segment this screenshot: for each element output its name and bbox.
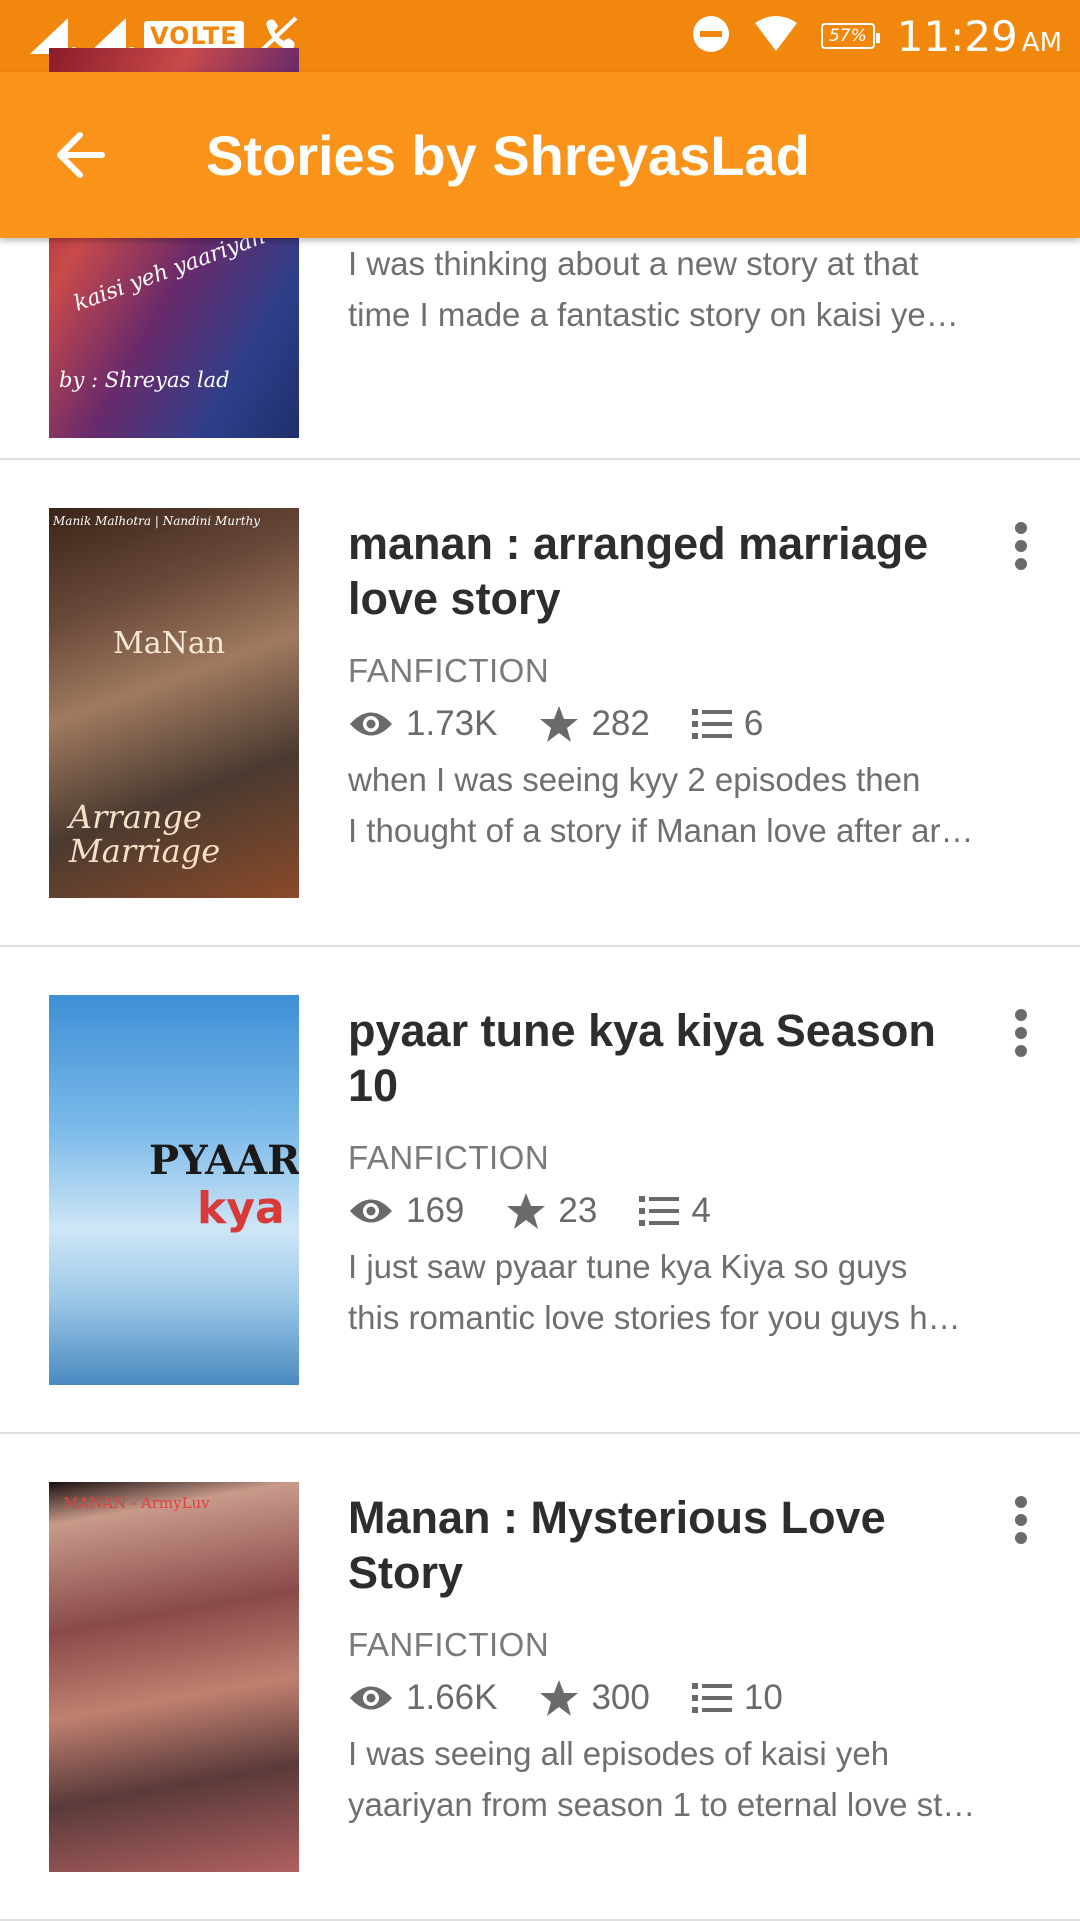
more-options-button[interactable] [1006,1490,1036,1550]
reads-count: 1.73K [406,704,498,743]
story-title[interactable]: pyaar tune kya kiya Season 10 [348,1003,948,1113]
desc-line: this romantic love stories for you guys … [348,1299,961,1336]
list-icon [691,709,732,739]
desc-line: I was seeing all episodes of kaisi yeh [348,1735,890,1772]
parts-count: 6 [743,704,764,743]
cover-title-text: MaNan [113,626,226,661]
list-icon [639,1196,680,1226]
overflow-dot-icon [1015,1009,1027,1021]
overflow-dot-icon [1015,1532,1027,1544]
clock-time: 11:29 [896,11,1018,61]
story-genre: FANFICTION [348,1139,550,1176]
story-genre: FANFICTION [348,652,550,689]
reads-stat: 1.73K [348,704,497,744]
story-stats: 1.73K 282 6 [348,704,1040,744]
cover-caption: Manik Malhotra | Nandini Murthy [53,514,261,528]
votes-stat: 300 [539,1678,650,1718]
story-row[interactable]: PYAAR kya pyaar tune kya kiya Season 10 … [0,947,1080,1434]
eye-icon [350,1199,392,1223]
parts-stat: 6 [691,704,764,744]
story-description: I was thinking about a new story at that… [348,238,1040,340]
desc-line: when I was seeing kyy 2 episodes then [348,761,921,798]
story-description: I just saw pyaar tune kya Kiya so guys t… [348,1241,1040,1343]
votes-count: 23 [558,1191,598,1230]
desc-line: yaariyan from season 1 to eternal love s… [348,1786,976,1823]
cover-subtitle-text: kya [197,1183,285,1234]
story-cover: PYAAR kya [49,995,299,1385]
wifi-icon [753,15,799,57]
star-icon [540,706,579,742]
back-button[interactable] [54,125,114,185]
overflow-dot-icon [1015,540,1027,552]
overflow-dot-icon [1015,1514,1027,1526]
cover-caption: MANAN - ArmyLuv [63,1494,210,1512]
cover-text: kaisi yeh yaariyan [70,224,269,317]
votes-stat: 282 [539,704,650,744]
cover-author: by : Shreyas lad [59,368,230,392]
story-row[interactable]: Manik Malhotra | Nandini Murthy MaNan Ar… [0,460,1080,947]
cover-subtitle-text: Arrange Marriage [69,798,221,870]
eye-icon [350,712,392,736]
more-options-button[interactable] [1006,516,1036,576]
story-stats: 1.66K 300 10 [348,1678,1040,1718]
story-cover: Manik Malhotra | Nandini Murthy MaNan Ar… [49,508,299,898]
votes-stat: 23 [506,1191,597,1231]
reads-count: 1.66K [406,1678,498,1717]
parts-stat: 10 [691,1678,783,1718]
desc-line: I just saw pyaar tune kya Kiya so guys [348,1248,908,1285]
votes-count: 282 [591,704,650,743]
story-description: when I was seeing kyy 2 episodes then I … [348,754,1040,856]
app-bar: Stories by ShreyasLad [0,72,1080,238]
desc-line: I thought of a story if Manan love after… [348,812,974,849]
overflow-dot-icon [1015,522,1027,534]
reads-count: 169 [406,1191,465,1230]
desc-line: time I made a fantastic story on kaisi y… [348,296,959,333]
story-list[interactable]: kaisi yeh yaariyan by : Shreyas lad I wa… [0,48,1080,1921]
dnd-icon [691,14,731,58]
overflow-dot-icon [1015,1027,1027,1039]
desc-line: I was thinking about a new story at that [348,245,919,282]
story-stats: 169 23 4 [348,1191,1040,1231]
overflow-dot-icon [1015,1045,1027,1057]
battery-icon: 57% [820,23,880,49]
reads-stat: 1.66K [348,1678,497,1718]
clock-ampm: AM [1021,27,1062,58]
overflow-dot-icon [1015,1496,1027,1508]
overflow-dot-icon [1015,558,1027,570]
parts-count: 4 [691,1191,711,1230]
more-options-button[interactable] [1006,1003,1036,1063]
page-title: Stories by ShreyasLad [206,123,810,187]
star-icon [540,1680,579,1716]
story-cover: MANAN - ArmyLuv [49,1482,299,1872]
story-row-partial[interactable]: kaisi yeh yaariyan by : Shreyas lad I wa… [0,48,1080,460]
story-title[interactable]: manan : arranged marriage love story [348,516,948,626]
reads-stat: 169 [348,1191,464,1231]
story-title[interactable]: Manan : Mysterious Love Story [348,1490,948,1600]
parts-stat: 4 [639,1191,711,1231]
votes-count: 300 [591,1678,650,1717]
story-row[interactable]: MANAN - ArmyLuv Manan : Mysterious Love … [0,1434,1080,1921]
cover-title-text: PYAAR [149,1137,299,1184]
story-genre: FANFICTION [348,1626,550,1663]
parts-count: 10 [743,1678,783,1717]
arrow-back-icon [57,132,105,178]
eye-icon [350,1686,392,1710]
clock: 11:29 AM [897,12,1062,61]
volte-badge: VOLTE [144,21,244,51]
story-description: I was seeing all episodes of kaisi yeh y… [348,1728,1040,1830]
star-icon [507,1193,546,1229]
list-icon [691,1683,732,1713]
